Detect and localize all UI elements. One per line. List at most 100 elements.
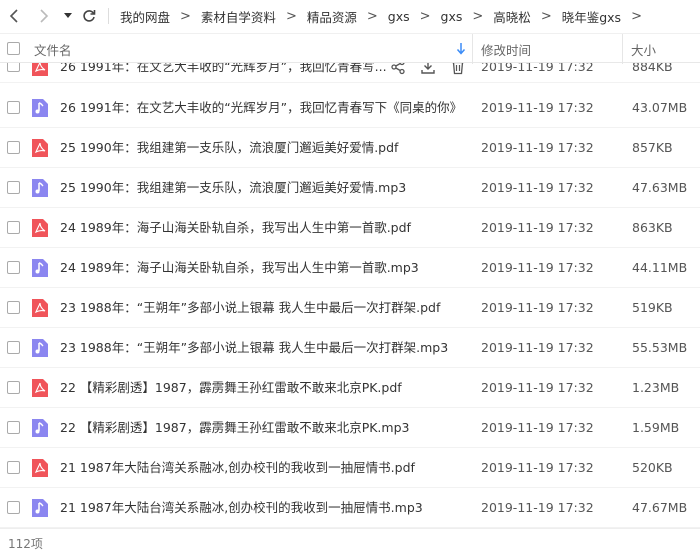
file-name: 23 1988年：“王朔年”多部小说上银幕 我人生中最后一次打群架.mp3 — [60, 340, 449, 355]
file-row[interactable]: 23 1988年：“王朔年”多部小说上银幕 我人生中最后一次打群架.pdf 20… — [0, 288, 700, 328]
breadcrumb-item[interactable]: 晓年鉴gxs > — [552, 7, 642, 26]
file-row[interactable]: 23 1988年：“王朔年”多部小说上银幕 我人生中最后一次打群架.mp3 20… — [0, 328, 700, 368]
file-size: 857KB — [632, 140, 673, 155]
file-name: 21 1987年大陆台湾关系融冰,创办校刊的我收到一抽屉情书.mp3 — [60, 500, 423, 515]
history-dropdown-button[interactable] — [62, 6, 74, 26]
row-checkbox[interactable] — [7, 301, 20, 314]
breadcrumb-item[interactable]: gxs > — [431, 9, 484, 24]
breadcrumb-item[interactable]: 精品资源 > — [297, 7, 378, 26]
file-size: 44.11MB — [632, 260, 688, 275]
file-modified: 2019-11-19 17:32 — [481, 63, 594, 74]
file-modified: 2019-11-19 17:32 — [481, 460, 594, 475]
file-name: 26 1991年：在文艺大丰收的“光辉岁月”，我回忆青春写下《同桌的你》 — [60, 100, 463, 115]
file-modified: 2019-11-19 17:32 — [481, 420, 594, 435]
file-size: 1.23MB — [632, 380, 680, 395]
file-modified: 2019-11-19 17:32 — [481, 260, 594, 275]
breadcrumb-separator-icon: > — [285, 8, 297, 24]
row-checkbox[interactable] — [7, 261, 20, 274]
row-checkbox[interactable] — [7, 341, 20, 354]
audio-file-icon — [32, 99, 48, 117]
row-actions — [390, 63, 466, 75]
row-checkbox[interactable] — [7, 181, 20, 194]
file-row[interactable]: 26 1991年：在文艺大丰收的“光辉岁月”，我回忆青春写下《同桌的你》 201… — [0, 88, 700, 128]
pdf-file-icon — [32, 299, 48, 317]
sort-arrow-icon[interactable] — [456, 42, 466, 55]
file-size: 1.59MB — [632, 420, 680, 435]
trash-icon[interactable] — [450, 63, 466, 75]
share-icon[interactable] — [390, 63, 406, 75]
breadcrumb-label: 晓年鉴gxs — [561, 9, 622, 25]
breadcrumb-label: 精品资源 — [306, 9, 357, 25]
file-modified: 2019-11-19 17:32 — [481, 380, 594, 395]
file-row[interactable]: 24 1989年：海子山海关卧轨自杀，我写出人生中第一首歌.mp3 2019-1… — [0, 248, 700, 288]
forward-button[interactable] — [36, 6, 52, 26]
column-header: 文件名 修改时间 大小 — [0, 33, 700, 64]
navigation-bar: 我的网盘 > 素材自学资料 > 精品资源 > gxs > gxs > 高晓松 > 晓年鉴gx… — [0, 0, 700, 32]
breadcrumb-label: 素材自学资料 — [200, 9, 276, 25]
row-checkbox[interactable] — [7, 501, 20, 514]
breadcrumb-separator-icon: > — [540, 8, 552, 24]
file-name: 24 1989年：海子山海关卧轨自杀，我写出人生中第一首歌.pdf — [60, 220, 411, 235]
breadcrumb-separator-icon: > — [366, 8, 378, 24]
file-size: 863KB — [632, 220, 673, 235]
file-size: 519KB — [632, 300, 673, 315]
column-size-header[interactable]: 大小 — [631, 34, 656, 64]
file-size: 520KB — [632, 460, 673, 475]
file-size: 55.53MB — [632, 340, 688, 355]
download-icon[interactable] — [420, 63, 436, 75]
file-name: 26 1991年：在文艺大丰收的“光辉岁月”，我回忆青春写... — [60, 63, 387, 74]
caret-down-icon — [64, 13, 72, 18]
file-row[interactable]: 24 1989年：海子山海关卧轨自杀，我写出人生中第一首歌.pdf 2019-1… — [0, 208, 700, 248]
breadcrumb-label: gxs — [440, 8, 463, 24]
file-row[interactable]: 26 1991年：在文艺大丰收的“光辉岁月”，我回忆青春写... 2019-11… — [0, 63, 700, 83]
file-name: 23 1988年：“王朔年”多部小说上银幕 我人生中最后一次打群架.pdf — [60, 300, 441, 315]
pdf-file-icon — [32, 379, 48, 397]
select-all-checkbox[interactable] — [7, 42, 20, 55]
column-divider[interactable] — [622, 34, 623, 64]
file-size: 884KB — [632, 63, 673, 74]
file-modified: 2019-11-19 17:32 — [481, 500, 594, 515]
chevron-right-icon — [40, 9, 49, 23]
file-size: 47.67MB — [632, 500, 688, 515]
status-bar: 112项 — [0, 528, 700, 556]
file-size: 47.63MB — [632, 180, 688, 195]
breadcrumb-item[interactable]: 高晓松 > — [483, 7, 551, 26]
file-name: 25 1990年：我组建第一支乐队，流浪厦门邂逅美好爱情.mp3 — [60, 180, 407, 195]
file-list: 26 1991年：在文艺大丰收的“光辉岁月”，我回忆青春写... 2019-11… — [0, 63, 700, 528]
column-modified-header[interactable]: 修改时间 — [481, 34, 531, 64]
file-row[interactable]: 21 1987年大陆台湾关系融冰,创办校刊的我收到一抽屉情书.pdf 2019-… — [0, 448, 700, 488]
row-checkbox[interactable] — [7, 141, 20, 154]
back-button[interactable] — [6, 6, 22, 26]
file-name: 24 1989年：海子山海关卧轨自杀，我写出人生中第一首歌.mp3 — [60, 260, 419, 275]
file-row[interactable]: 21 1987年大陆台湾关系融冰,创办校刊的我收到一抽屉情书.mp3 2019-… — [0, 488, 700, 528]
file-row[interactable]: 25 1990年：我组建第一支乐队，流浪厦门邂逅美好爱情.pdf 2019-11… — [0, 128, 700, 168]
row-checkbox[interactable] — [7, 63, 20, 72]
file-modified: 2019-11-19 17:32 — [481, 340, 594, 355]
file-row[interactable]: 22 【精彩剧透】1987，霹雳舞王孙红雷敢不敢来北京PK.mp3 2019-1… — [0, 408, 700, 448]
pdf-file-icon — [32, 219, 48, 237]
audio-file-icon — [32, 499, 48, 517]
breadcrumb-separator-icon: > — [419, 8, 431, 24]
file-name: 22 【精彩剧透】1987，霹雳舞王孙红雷敢不敢来北京PK.pdf — [60, 380, 402, 395]
row-checkbox[interactable] — [7, 421, 20, 434]
breadcrumb-label: 高晓松 — [493, 9, 531, 25]
column-name-header[interactable]: 文件名 — [34, 34, 72, 64]
row-checkbox[interactable] — [7, 221, 20, 234]
row-checkbox[interactable] — [7, 461, 20, 474]
breadcrumb-separator-icon: > — [631, 8, 642, 24]
file-name: 25 1990年：我组建第一支乐队，流浪厦门邂逅美好爱情.pdf — [60, 140, 399, 155]
file-row[interactable]: 25 1990年：我组建第一支乐队，流浪厦门邂逅美好爱情.mp3 2019-11… — [0, 168, 700, 208]
pdf-file-icon — [32, 139, 48, 157]
breadcrumb-item[interactable]: 素材自学资料 > — [191, 7, 297, 26]
row-checkbox[interactable] — [7, 101, 20, 114]
breadcrumb-separator-icon: > — [180, 8, 191, 24]
nav-divider — [108, 8, 109, 24]
breadcrumb-item[interactable]: 我的网盘 > — [110, 7, 191, 26]
column-divider[interactable] — [472, 34, 473, 64]
file-row[interactable]: 22 【精彩剧透】1987，霹雳舞王孙红雷敢不敢来北京PK.pdf 2019-1… — [0, 368, 700, 408]
refresh-button[interactable] — [80, 6, 98, 26]
row-checkbox[interactable] — [7, 381, 20, 394]
file-name: 22 【精彩剧透】1987，霹雳舞王孙红雷敢不敢来北京PK.mp3 — [60, 420, 410, 435]
refresh-icon — [83, 10, 96, 22]
breadcrumb-item[interactable]: gxs > — [378, 9, 431, 24]
